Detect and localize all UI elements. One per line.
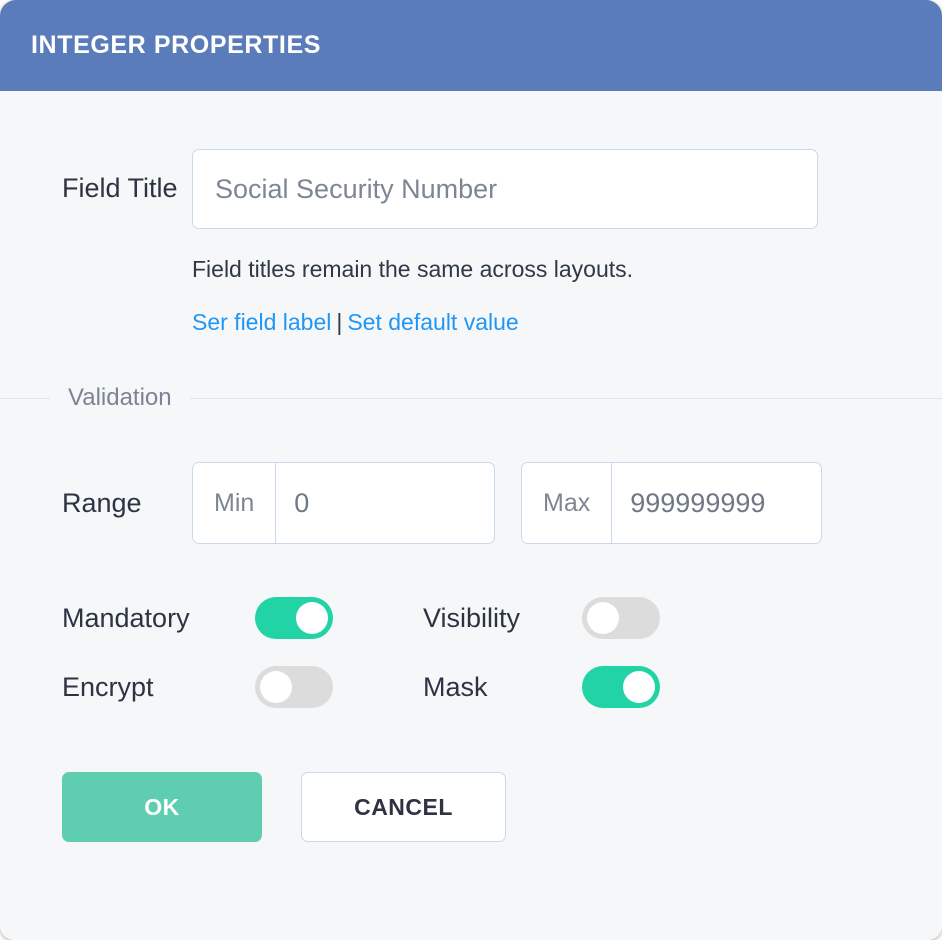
min-input-group: Min [192,462,495,544]
dialog-titlebar: INTEGER PROPERTIES [0,0,942,91]
mandatory-toggle[interactable] [255,597,333,639]
mask-toggle-knob [623,671,655,703]
field-title-help-text: Field titles remain the same across layo… [192,256,634,282]
encrypt-toggle-knob [260,671,292,703]
toggle-cell-mandatory: Mandatory [62,597,333,639]
range-label: Range [62,487,142,518]
visibility-toggle[interactable] [582,597,660,639]
legend-rule-left [0,397,50,399]
visibility-toggle-knob [587,602,619,634]
field-title-label-col: Field Title [0,149,192,202]
set-default-value-link[interactable]: Set default value [347,309,518,335]
field-title-input[interactable] [192,149,818,229]
validation-legend-text: Validation [68,384,172,411]
toggle-row-encrypt-mask: Encrypt Mask [0,666,942,708]
min-input[interactable] [276,463,494,543]
mask-label: Mask [423,671,488,702]
legend-rule-right [189,397,942,399]
max-input[interactable] [612,463,821,543]
link-separator: | [336,309,343,335]
visibility-label: Visibility [423,602,521,633]
dialog-title: INTEGER PROPERTIES [31,31,322,59]
range-controls: Min Max [192,462,880,544]
validation-section-legend: Validation [0,384,942,412]
toggle-cell-encrypt: Encrypt [62,666,333,708]
mask-toggle[interactable] [582,666,660,708]
toggle-cell-mask: Mask [423,666,660,708]
range-row: Range Min Max [0,462,942,544]
range-label-col: Range [0,487,192,518]
encrypt-toggle[interactable] [255,666,333,708]
integer-properties-dialog: INTEGER PROPERTIES Field Title Field tit… [0,0,942,940]
dialog-action-buttons: OK CANCEL [0,772,942,842]
max-addon-label: Max [522,463,613,543]
set-field-label-link[interactable]: Ser field label [192,309,331,335]
field-title-control-col: Field titles remain the same across layo… [192,149,942,336]
toggle-cell-visibility: Visibility [423,597,660,639]
max-input-group: Max [521,462,822,544]
dialog-body: Field Title Field titles remain the same… [0,91,942,940]
min-addon-label: Min [193,463,277,543]
mandatory-toggle-knob [296,602,328,634]
field-title-links: Ser field label | Set default value [192,309,880,336]
encrypt-label: Encrypt [62,671,154,702]
range-control-col: Min Max [192,462,942,544]
field-title-label: Field Title [62,173,178,203]
field-title-row: Field Title Field titles remain the same… [0,91,942,336]
ok-button[interactable]: OK [62,772,262,842]
toggle-row-mandatory-visibility: Mandatory Visibility [0,597,942,639]
mandatory-label: Mandatory [62,602,190,633]
cancel-button[interactable]: CANCEL [301,772,506,842]
